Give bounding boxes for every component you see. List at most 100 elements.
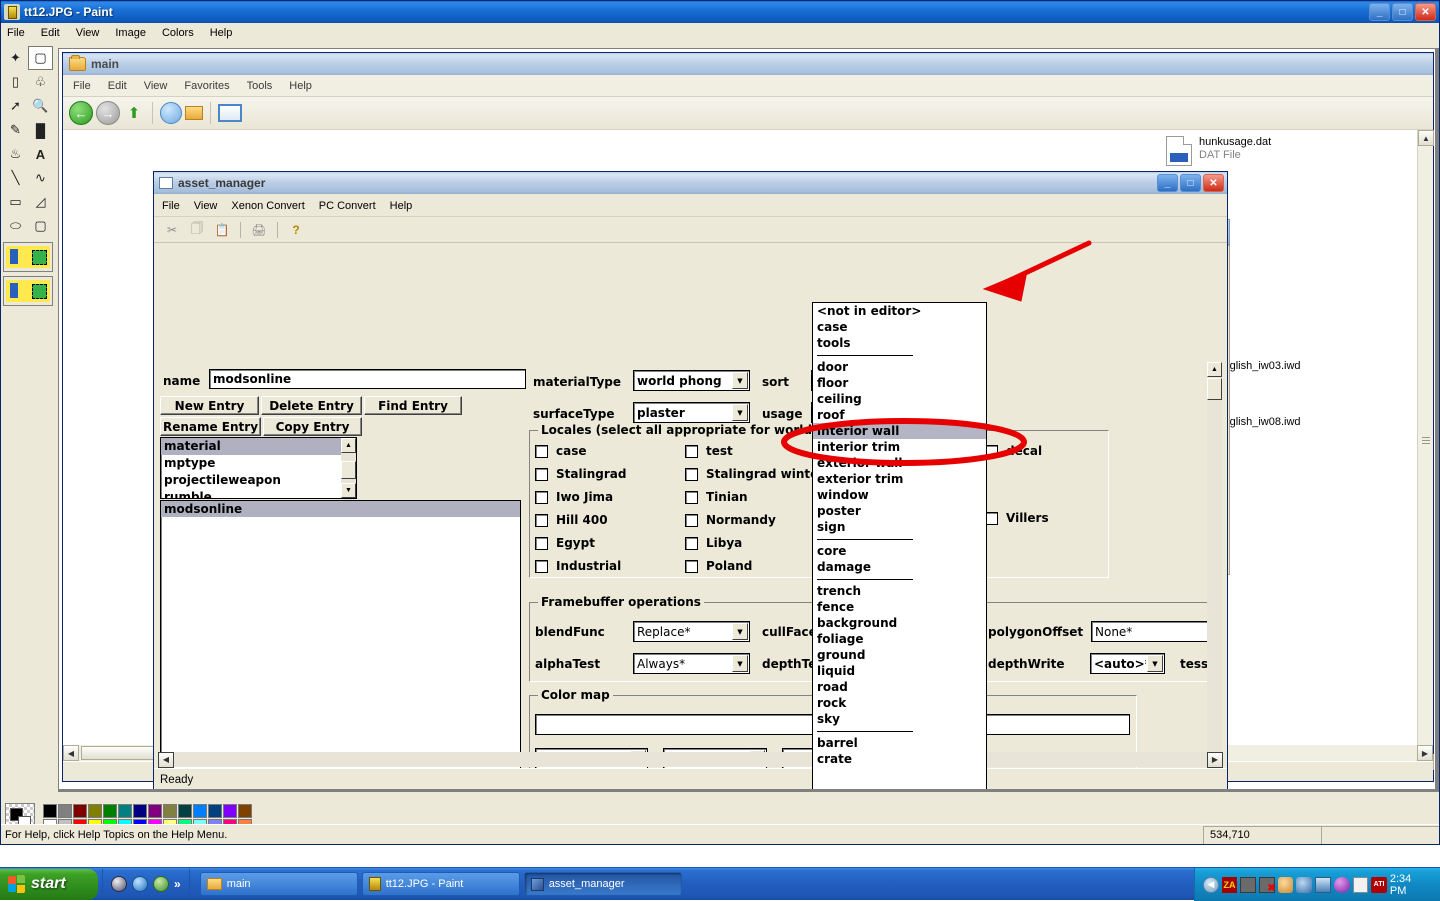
color-swatch[interactable] [73, 803, 87, 818]
chevron-more-icon[interactable]: » [174, 877, 181, 891]
am-close-button[interactable]: ✕ [1203, 174, 1224, 192]
am-minimize-button[interactable]: _ [1157, 174, 1178, 192]
paint-titlebar[interactable]: tt12.JPG - Paint _ □ ✕ [1, 1, 1439, 23]
dropdown-option[interactable]: ground [813, 647, 986, 663]
am-menu-help[interactable]: Help [390, 200, 413, 212]
free-form-select-icon[interactable]: ✦ [3, 46, 28, 70]
locale-stalingrad[interactable]: Stalingrad [535, 467, 685, 481]
rename-entry-button[interactable]: Rename Entry [160, 417, 261, 436]
am-menu-view[interactable]: View [194, 200, 218, 212]
color-swatch[interactable] [223, 803, 237, 818]
hscroll-right-icon[interactable]: ▶ [1417, 745, 1433, 761]
polygonoffset-combo[interactable]: None* [1091, 621, 1208, 642]
dropdown-option[interactable]: ceiling [813, 391, 986, 407]
hscroll-right-icon[interactable]: ▶ [1207, 751, 1223, 768]
color-swatch[interactable] [103, 803, 117, 818]
dropdown-option[interactable]: barrel [813, 735, 986, 751]
am-menu-pc-convert[interactable]: PC Convert [319, 200, 376, 212]
start-button[interactable]: start [0, 868, 98, 900]
checkbox-icon[interactable] [535, 490, 548, 504]
chevron-down-icon[interactable]: ▼ [732, 655, 748, 672]
checkbox-icon[interactable] [685, 559, 698, 573]
dropdown-option[interactable]: damage [813, 559, 986, 575]
dropdown-option[interactable]: poster [813, 503, 986, 519]
locale-case[interactable]: case [535, 444, 685, 458]
menu-help[interactable]: Help [210, 27, 233, 39]
network-disconnected-icon[interactable]: ✖ [1259, 876, 1276, 894]
copy-entry-button[interactable]: Copy Entry [263, 417, 362, 436]
dropdown-option[interactable]: roof [813, 407, 986, 423]
hscroll-left-icon[interactable]: ◀ [158, 751, 174, 768]
brush-icon[interactable]: █ [28, 118, 53, 142]
explorer-titlebar[interactable]: main [63, 53, 1433, 75]
tool-options-thumb-2[interactable] [3, 276, 53, 306]
taskbar-item-main[interactable]: main [199, 872, 358, 896]
rectangle-select-icon[interactable]: ▢ [28, 46, 53, 70]
asset-manager-hscrollbar[interactable]: ◀ ▶ [158, 751, 1223, 768]
search-icon[interactable] [160, 102, 182, 124]
dropdown-option[interactable]: road [813, 679, 986, 695]
dropdown-option[interactable]: <not in editor> [813, 303, 986, 319]
explorer-menu-tools[interactable]: Tools [247, 80, 273, 92]
explorer-menu-help[interactable]: Help [289, 80, 312, 92]
close-button[interactable]: ✕ [1415, 3, 1436, 21]
ati-icon[interactable]: ATI [1371, 876, 1387, 893]
ellipse-icon[interactable]: ⬭ [3, 214, 28, 238]
color-swatch[interactable] [193, 803, 207, 818]
scrollbar-thumb[interactable] [341, 461, 356, 479]
dropdown-option[interactable]: liquid [813, 663, 986, 679]
tool-options-thumb-1[interactable] [3, 242, 53, 272]
polygon-icon[interactable]: ◿ [28, 190, 53, 214]
depthwrite-combo[interactable]: <auto>* ▼ [1090, 653, 1165, 674]
taskbar-item-asset-manager[interactable]: asset_manager [523, 872, 682, 896]
show-desktop-icon[interactable]: ◀ [1203, 876, 1219, 893]
menu-file[interactable]: File [7, 27, 25, 39]
maximize-button[interactable]: □ [1392, 3, 1413, 21]
dropdown-option[interactable]: exterior wall [813, 455, 986, 471]
color-swatch[interactable] [238, 803, 252, 818]
delete-entry-button[interactable]: Delete Entry [261, 396, 362, 415]
name-input[interactable]: modsonline [209, 369, 526, 389]
explorer-menu-edit[interactable]: Edit [108, 80, 127, 92]
menu-colors[interactable]: Colors [162, 27, 194, 39]
dropdown-option-selected[interactable]: interior wall [813, 423, 986, 439]
magnifier-icon[interactable]: 🔍 [28, 94, 53, 118]
hands-icon[interactable] [1277, 876, 1294, 893]
alphatest-combo[interactable]: Always* ▼ [633, 653, 750, 674]
dropdown-option[interactable]: foliage [813, 631, 986, 647]
dropdown-option[interactable]: floor [813, 375, 986, 391]
pencil-icon[interactable]: ✎ [3, 118, 28, 142]
blendfunc-combo[interactable]: Replace* ▼ [633, 621, 750, 642]
color-swatch[interactable] [178, 803, 192, 818]
color-picker-icon[interactable]: ➚ [3, 94, 28, 118]
color-swatch[interactable] [148, 803, 162, 818]
color-swatch[interactable] [163, 803, 177, 818]
list-item[interactable]: mptype [161, 455, 356, 472]
zonealarm-icon[interactable]: ZA [1221, 876, 1238, 893]
checkbox-icon[interactable] [535, 444, 548, 458]
line-icon[interactable]: ╲ [3, 166, 28, 190]
locale-hill-400[interactable]: Hill 400 [535, 513, 685, 527]
back-icon[interactable]: ← [69, 101, 93, 125]
checkbox-icon[interactable] [685, 536, 698, 550]
locale-decal[interactable]: decal [985, 444, 1125, 458]
list-item[interactable]: material [161, 438, 356, 455]
dropdown-option[interactable]: exterior trim [813, 471, 986, 487]
new-entry-button[interactable]: New Entry [160, 396, 259, 415]
help-icon[interactable]: ? [286, 220, 306, 240]
text-icon[interactable]: A [28, 142, 53, 166]
dropdown-option[interactable]: fence [813, 599, 986, 615]
asset-type-list[interactable]: material mptype projectileweapon rumble [160, 437, 357, 499]
entry-list[interactable]: modsonline [160, 500, 521, 789]
menu-edit[interactable]: Edit [41, 27, 60, 39]
list-item[interactable]: projectileweapon [161, 472, 356, 489]
color-swatch[interactable] [43, 803, 57, 818]
internet-explorer-icon[interactable] [132, 876, 148, 892]
dropdown-option[interactable]: crate [813, 751, 986, 767]
dropdown-option[interactable]: tools [813, 335, 986, 351]
am-client-vscrollbar[interactable]: ▲ ▼ [1207, 362, 1222, 789]
network-icon[interactable] [1240, 876, 1257, 893]
find-entry-button[interactable]: Find Entry [364, 396, 462, 415]
airbrush-icon[interactable]: ♨ [3, 142, 28, 166]
dropdown-option[interactable]: trench [813, 583, 986, 599]
